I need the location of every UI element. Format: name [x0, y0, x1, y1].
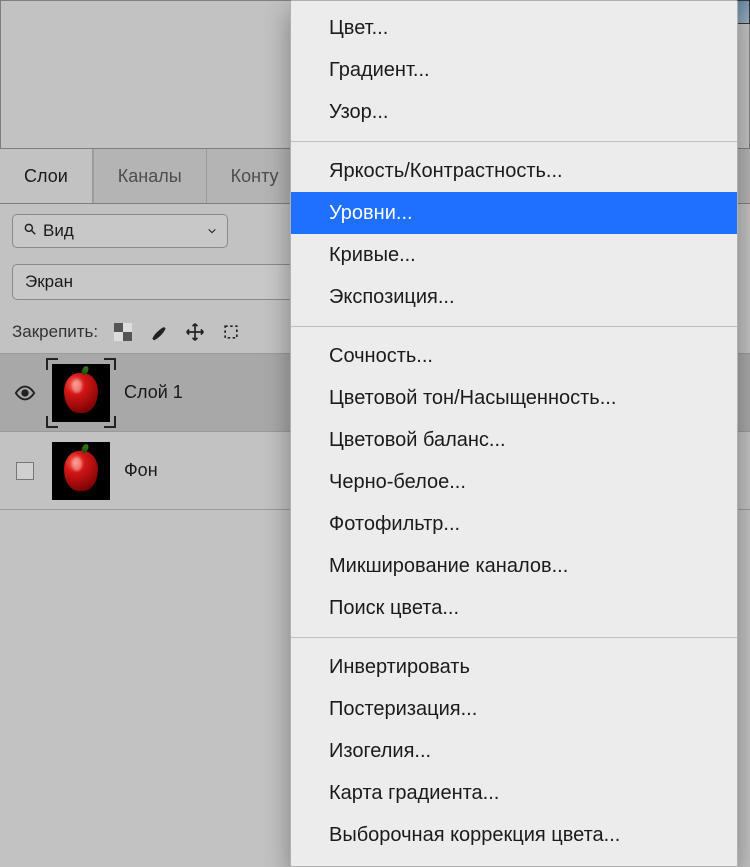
menu-exposure[interactable]: Экспозиция... [291, 276, 737, 318]
menu-invert[interactable]: Инвертировать [291, 646, 737, 688]
menu-separator [291, 637, 737, 638]
chevron-down-icon [207, 223, 217, 239]
layer-filter-dropdown[interactable]: Вид [12, 214, 228, 248]
search-icon [23, 222, 37, 240]
layer-filter-label: Вид [43, 221, 74, 241]
layer-thumbnail[interactable] [52, 364, 110, 422]
menu-brightness-contrast[interactable]: Яркость/Контрастность... [291, 150, 737, 192]
menu-channel-mixer[interactable]: Микширование каналов... [291, 545, 737, 587]
menu-photo-filter[interactable]: Фотофильтр... [291, 503, 737, 545]
lock-label: Закрепить: [12, 322, 98, 342]
adjustment-layer-menu: Цвет... Градиент... Узор... Яркость/Конт… [290, 0, 738, 867]
menu-black-white[interactable]: Черно-белое... [291, 461, 737, 503]
layer-name[interactable]: Слой 1 [124, 382, 183, 403]
menu-gradient-map[interactable]: Карта градиента... [291, 772, 737, 814]
empty-checkbox-icon [16, 462, 34, 480]
menu-gradient[interactable]: Градиент... [291, 49, 737, 91]
blend-mode-value: Экран [25, 272, 73, 292]
menu-separator [291, 326, 737, 327]
menu-pattern[interactable]: Узор... [291, 91, 737, 133]
menu-color-balance[interactable]: Цветовой баланс... [291, 419, 737, 461]
visibility-toggle[interactable] [12, 462, 38, 480]
menu-hue-saturation[interactable]: Цветовой тон/Насыщенность... [291, 377, 737, 419]
lock-brush-icon[interactable] [148, 321, 170, 343]
menu-levels[interactable]: Уровни... [291, 192, 737, 234]
menu-solid-color[interactable]: Цвет... [291, 7, 737, 49]
layer-thumbnail[interactable] [52, 442, 110, 500]
menu-posterize[interactable]: Постеризация... [291, 688, 737, 730]
lock-position-icon[interactable] [184, 321, 206, 343]
tab-layers[interactable]: Слои [0, 149, 93, 203]
lock-artboard-icon[interactable] [220, 321, 242, 343]
apple-icon [64, 373, 98, 413]
apple-icon [64, 451, 98, 491]
menu-vibrance[interactable]: Сочность... [291, 335, 737, 377]
menu-threshold[interactable]: Изогелия... [291, 730, 737, 772]
tab-channels[interactable]: Каналы [93, 149, 206, 203]
tab-paths[interactable]: Конту [206, 149, 303, 203]
menu-selective-color[interactable]: Выборочная коррекция цвета... [291, 814, 737, 856]
visibility-toggle[interactable] [12, 382, 38, 404]
layer-name[interactable]: Фон [124, 460, 158, 481]
menu-color-lookup[interactable]: Поиск цвета... [291, 587, 737, 629]
menu-separator [291, 141, 737, 142]
lock-pixels-icon[interactable] [112, 321, 134, 343]
menu-curves[interactable]: Кривые... [291, 234, 737, 276]
